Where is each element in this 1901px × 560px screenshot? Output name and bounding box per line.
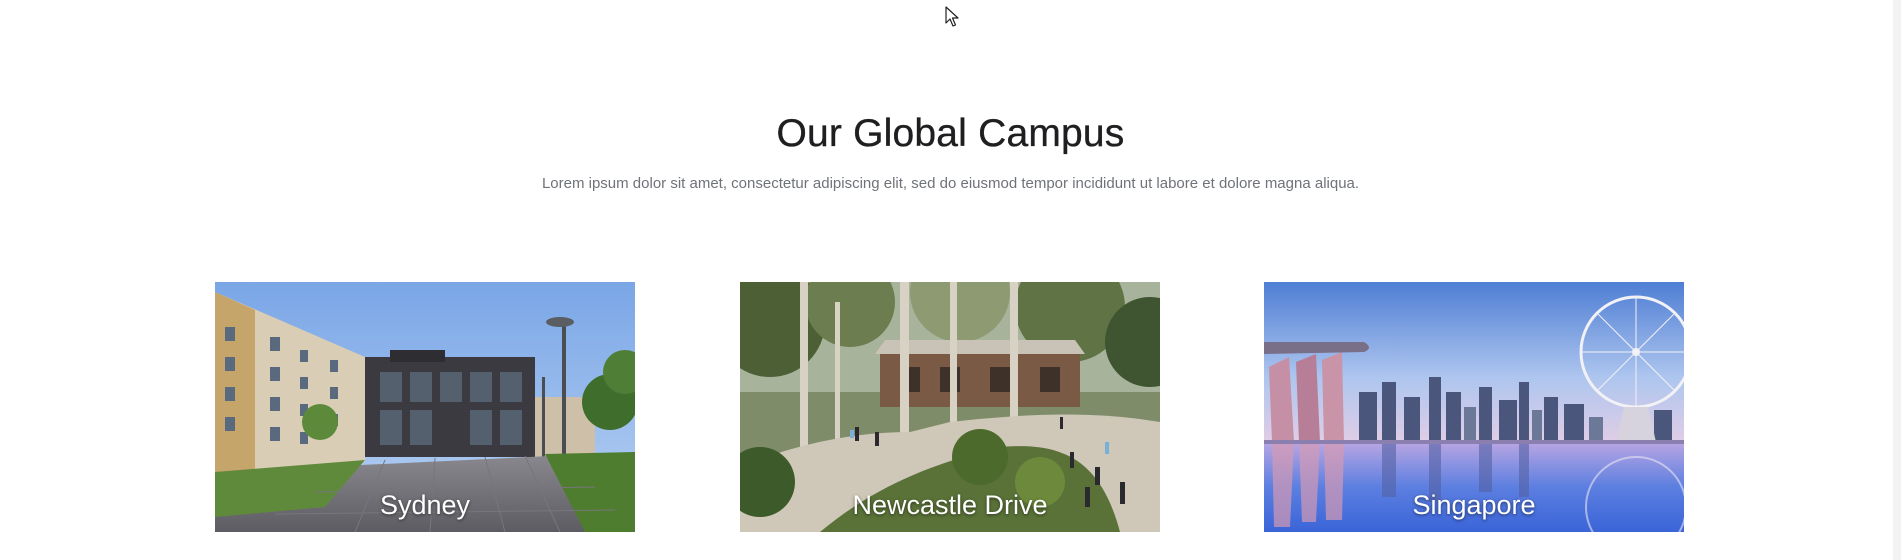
- campus-name-sydney: Sydney: [379, 490, 471, 520]
- campus-name-singapore: Singapore: [1412, 490, 1536, 520]
- mouse-pointer-icon: [945, 6, 959, 27]
- section-subtitle: Lorem ipsum dolor sit amet, consectetur …: [541, 175, 1360, 192]
- global-campus-section: Our Global Campus Lorem ipsum dolor sit …: [0, 0, 1901, 560]
- campus-name-newcastle-drive: Newcastle Drive: [852, 490, 1048, 520]
- page-scrollbar[interactable]: [1893, 0, 1901, 560]
- campus-card-singapore[interactable]: Singapore: [1264, 282, 1684, 532]
- campus-card-newcastle-drive[interactable]: Newcastle Drive: [740, 282, 1160, 532]
- section-title: Our Global Campus: [776, 112, 1125, 155]
- campus-card-sydney[interactable]: Sydney: [215, 282, 635, 532]
